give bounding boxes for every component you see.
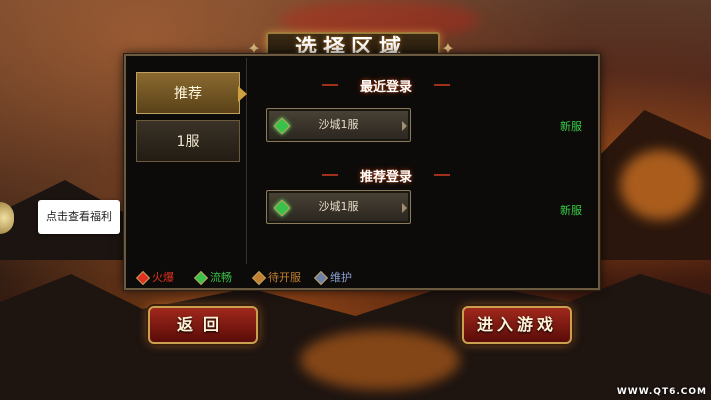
new-server-tag: 新服 [560, 204, 582, 217]
tab-recommended[interactable]: 推荐 [136, 72, 247, 114]
smooth-diamond-icon [193, 270, 209, 286]
maintenance-diamond-icon [313, 270, 329, 286]
recent-server-button[interactable]: 沙城1服 [266, 108, 411, 142]
new-server-tag: 新服 [560, 120, 582, 133]
server-select-panel: 推荐 1服 最近登录 沙城1服 新服 推荐登录 沙城1服 新服 火爆 流畅 待开… [124, 54, 600, 290]
tab-label: 1服 [176, 134, 200, 150]
site-watermark: WWW.QT6.COM [616, 387, 707, 397]
upcoming-diamond-icon [251, 270, 267, 286]
recent-login-heading: 最近登录 [322, 76, 450, 95]
server-name: 沙城1服 [318, 200, 359, 213]
active-arrow-icon [238, 86, 247, 102]
hot-diamond-icon [135, 270, 151, 286]
welfare-tooltip[interactable]: 点击查看福利 [38, 200, 120, 234]
tab-server-1[interactable]: 1服 [136, 120, 240, 162]
recommended-server-button[interactable]: 沙城1服 [266, 190, 411, 224]
enter-game-button[interactable]: 进入游戏 [462, 306, 572, 344]
chevron-right-icon [402, 203, 407, 213]
back-button[interactable]: 返回 [148, 306, 258, 344]
tab-label: 推荐 [174, 86, 202, 102]
chevron-right-icon [402, 121, 407, 131]
server-name: 沙城1服 [318, 118, 359, 131]
recommended-login-heading: 推荐登录 [322, 166, 450, 185]
server-group-sidebar: 推荐 1服 [128, 58, 247, 264]
